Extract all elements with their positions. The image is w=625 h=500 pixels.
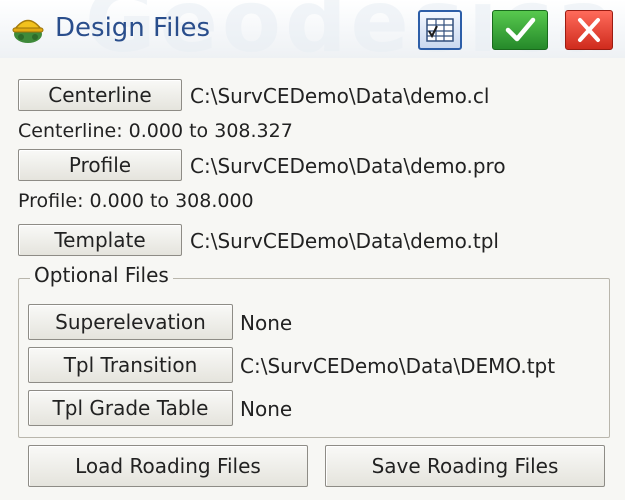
superelevation-button[interactable]: Superelevation [28,304,233,340]
optional-files-legend: Optional Files [30,263,173,287]
profile-path: C:\SurvCEDemo\Data\demo.pro [190,154,506,178]
x-icon [566,18,612,53]
template-button[interactable]: Template [18,224,182,256]
template-path: C:\SurvCEDemo\Data\demo.tpl [190,229,499,253]
load-roading-files-button[interactable]: Load Roading Files [28,445,308,487]
tpl-grade-table-value: None [240,397,293,421]
table-icon [420,18,460,52]
centerline-range: Centerline: 0.000 to 308.327 [18,120,293,142]
ok-button[interactable] [492,10,548,50]
checkmark-icon [493,17,547,53]
tpl-grade-table-button[interactable]: Tpl Grade Table [28,390,233,426]
save-roading-files-button[interactable]: Save Roading Files [325,445,605,487]
superelevation-value: None [240,311,293,335]
window-title: Design Files [55,13,211,43]
profile-button[interactable]: Profile [18,149,182,181]
close-button[interactable] [565,10,613,50]
tpl-transition-button[interactable]: Tpl Transition [28,347,233,383]
profile-range: Profile: 0.000 to 308.000 [18,190,254,212]
table-view-button[interactable] [418,10,462,50]
centerline-path: C:\SurvCEDemo\Data\demo.cl [190,84,490,108]
title-bar: Geodesical Design Files [0,0,625,72]
centerline-button[interactable]: Centerline [18,79,182,111]
surveyor-helmet-icon [10,14,46,46]
tpl-transition-value: C:\SurvCEDemo\Data\DEMO.tpt [240,354,556,378]
